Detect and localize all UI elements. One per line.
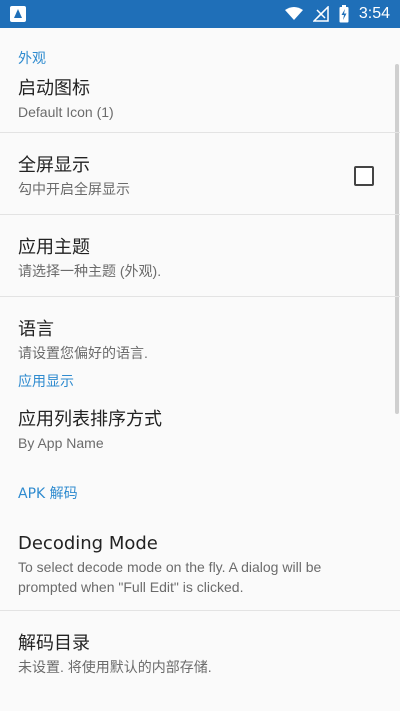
pref-title: 应用列表排序方式 [18,409,162,430]
clock: 3:54 [358,5,390,22]
status-bar: 3:54 [0,0,400,28]
pref-decode-directory[interactable]: 解码目录 未设置. 将使用默认的内部存储. [0,611,400,683]
pref-summary: Default Icon (1) [18,104,114,120]
pref-title: 启动图标 [18,78,90,99]
app-notification-icon [10,6,26,22]
pref-app-list-sort[interactable]: 应用列表排序方式 By App Name [0,399,400,479]
pref-summary: 未设置. 将使用默认的内部存储. [18,659,212,675]
pref-title: 解码目录 [18,633,90,654]
pref-summary: 请选择一种主题 (外观). [18,263,162,279]
category-header-apk-decode: APK 解码 [18,486,78,502]
pref-summary: 请设置您偏好的语言. [18,345,148,361]
pref-summary: By App Name [18,435,104,451]
pref-fullscreen[interactable]: 全屏显示 勾中开启全屏显示 [0,133,400,215]
pref-summary: 勾中开启全屏显示 [18,181,130,197]
pref-decoding-mode[interactable]: Decoding Mode To select decode mode on t… [0,519,400,611]
pref-title: 应用主题 [18,237,90,258]
settings-list[interactable]: 外观 启动图标 Default Icon (1) 全屏显示 勾中开启全屏显示 应… [0,28,400,711]
pref-title: Decoding Mode [18,533,158,554]
wifi-icon [284,7,303,20]
pref-launcher-icon[interactable]: 启动图标 Default Icon (1) [0,68,400,133]
pref-language[interactable]: 语言 请设置您偏好的语言. [0,297,400,369]
battery-charging-icon [339,5,349,23]
signal-icon [312,6,329,22]
pref-summary: To select decode mode on the fly. A dial… [18,559,322,595]
pref-title: 全屏显示 [18,155,90,176]
status-icons: 3:54 [284,4,390,24]
pref-title: 语言 [18,319,54,340]
pref-app-theme[interactable]: 应用主题 请选择一种主题 (外观). [0,215,400,297]
fullscreen-checkbox[interactable] [354,166,374,186]
category-header-app-display: 应用显示 [18,374,74,390]
category-header-appearance: 外观 [18,51,46,67]
